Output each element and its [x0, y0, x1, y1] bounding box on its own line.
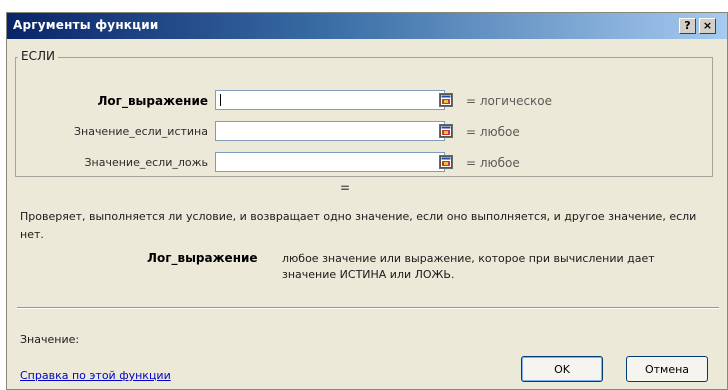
arg-result-value-if-true: = любое — [466, 125, 520, 139]
help-button[interactable]: ? — [679, 18, 696, 34]
arg-label-value-if-true: Значение_если_истина — [73, 125, 208, 138]
argument-help-name: Лог_выражение — [147, 251, 258, 265]
separator — [17, 307, 719, 309]
dialog-title: Аргументы функции — [13, 18, 159, 32]
cancel-button[interactable]: Отмена — [626, 356, 708, 382]
collapse-dialog-icon[interactable] — [439, 155, 453, 169]
function-description: Проверяет, выполняется ли условие, и воз… — [20, 210, 697, 241]
text-caret — [220, 94, 221, 106]
arg-label-value-if-false: Значение_если_ложь — [84, 156, 208, 169]
function-arguments-dialog: Аргументы функции ? × ЕСЛИ Лог_выражение… — [6, 12, 728, 390]
function-name: ЕСЛИ — [18, 49, 58, 63]
title-bar[interactable]: Аргументы функции ? × — [7, 13, 727, 39]
arg-input-logical-test[interactable] — [215, 90, 445, 110]
close-button[interactable]: × — [699, 18, 716, 34]
arg-result-value-if-false: = любое — [466, 156, 520, 170]
help-link[interactable]: Справка по этой функции — [20, 369, 171, 382]
arg-result-logical-test: = логическое — [466, 94, 553, 108]
arg-label-logical-test: Лог_выражение — [97, 94, 208, 108]
ok-button[interactable]: OK — [521, 356, 603, 382]
collapse-dialog-icon[interactable] — [439, 124, 453, 138]
function-arguments-group: ЕСЛИ Лог_выражение = логическое Значение… — [15, 49, 713, 177]
collapse-dialog-icon[interactable] — [439, 93, 453, 107]
argument-help-text: любое значение или выражение, которое пр… — [282, 252, 655, 281]
value-label: Значение: — [20, 333, 80, 346]
arg-input-value-if-false[interactable] — [215, 152, 445, 172]
arg-input-value-if-true[interactable] — [215, 121, 445, 141]
formula-result: = — [340, 181, 351, 195]
